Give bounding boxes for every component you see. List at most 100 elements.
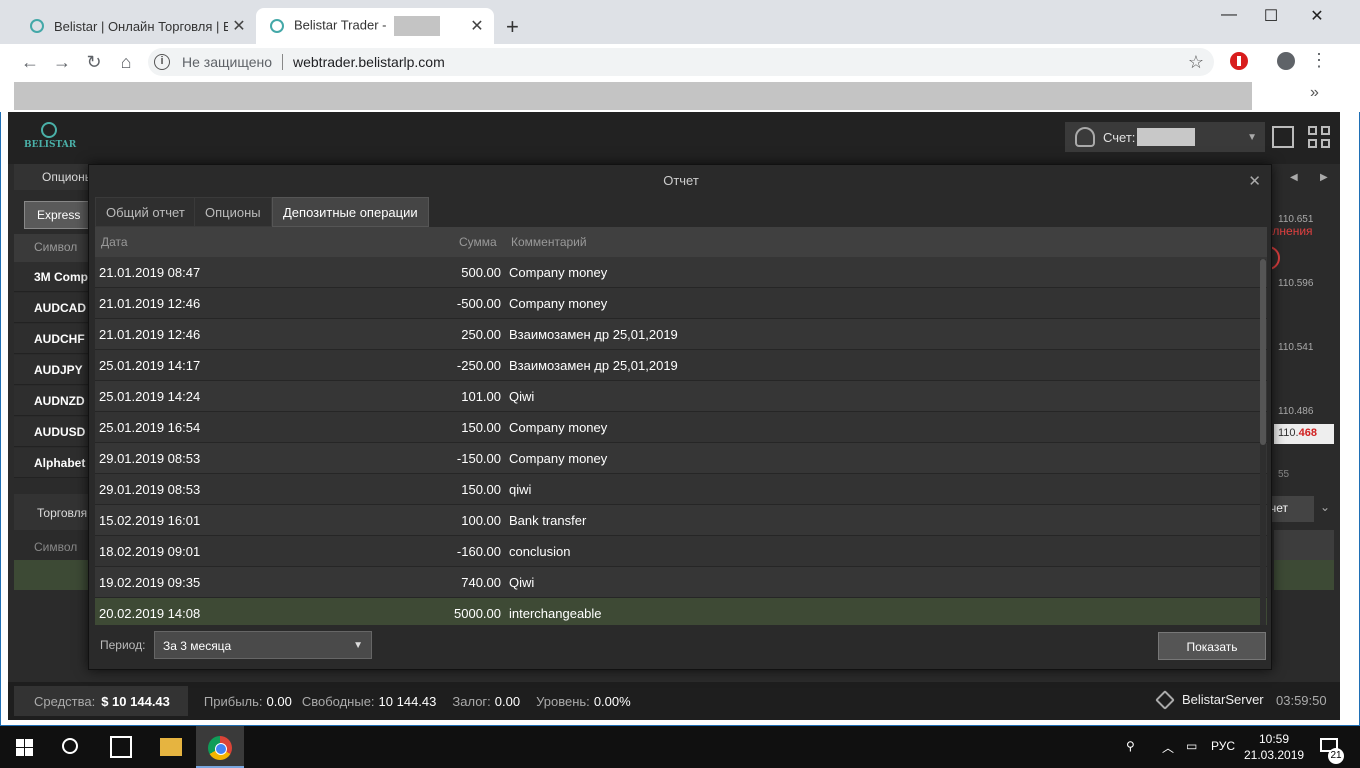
table-row[interactable]: 18.02.2019 09:01 -160.00 conclusion: [95, 536, 1267, 567]
show-button[interactable]: Показать: [1158, 632, 1266, 660]
table-row[interactable]: 29.01.2019 08:53 150.00 qiwi: [95, 474, 1267, 505]
column-amount[interactable]: Сумма: [459, 235, 497, 249]
period-select[interactable]: За 3 месяца ▼: [154, 631, 372, 659]
cell-amount: 101.00: [461, 389, 501, 404]
symbol-row[interactable]: AUDUSD: [14, 417, 94, 447]
symbol-row[interactable]: AUDCAD: [14, 293, 94, 323]
table-row[interactable]: 15.02.2019 16:01 100.00 Bank transfer: [95, 505, 1267, 536]
tab-close-icon[interactable]: ✕: [228, 16, 250, 36]
report-button[interactable]: чет: [1266, 496, 1314, 522]
close-icon[interactable]: ✕: [1248, 172, 1261, 190]
logo-text: BELISTAR: [24, 140, 77, 150]
people-icon[interactable]: ⚲: [1126, 739, 1135, 753]
tab-title: Belistar Trader -: [294, 17, 391, 33]
symbol-row[interactable]: AUDNZD: [14, 386, 94, 416]
trade-row[interactable]: [14, 560, 94, 590]
table-header: Дата Сумма Комментарий: [95, 227, 1267, 257]
cell-amount: 100.00: [461, 513, 501, 528]
tab-belistar-site[interactable]: Belistar | Онлайн Торговля | Бин ✕: [16, 8, 256, 44]
notification-badge: 21: [1328, 748, 1344, 764]
cell-date: 19.02.2019 09:35: [99, 575, 201, 590]
cell-amount: -500.00: [456, 296, 501, 311]
clock[interactable]: 10:59 21.03.2019: [1244, 731, 1304, 763]
symbol-row[interactable]: AUDJPY: [14, 355, 94, 385]
column-date[interactable]: Дата: [101, 235, 128, 249]
table-row[interactable]: 20.02.2019 14:08 5000.00 interchangeable: [95, 598, 1267, 625]
scrollbar[interactable]: [1260, 259, 1266, 625]
tab-deposit-operations[interactable]: Депозитные операции: [272, 197, 429, 227]
forward-icon[interactable]: →: [50, 50, 74, 74]
url-text[interactable]: webtrader.belistarlp.com: [293, 54, 445, 70]
divider: [282, 54, 283, 70]
tab-trading[interactable]: Торговля: [14, 494, 94, 530]
symbol-row[interactable]: Alphabet .: [14, 448, 94, 478]
cell-comment: Взаимозамен др 25,01,2019: [509, 327, 678, 342]
chrome-icon[interactable]: [208, 736, 232, 760]
trade-row[interactable]: [1274, 560, 1334, 590]
table-row[interactable]: 21.01.2019 08:47 500.00 Company money: [95, 257, 1267, 288]
table-row[interactable]: 25.01.2019 16:54 150.00 Company money: [95, 412, 1267, 443]
address-bar: ← → ↻ ⌂ i Не защищено webtrader.belistar…: [0, 44, 1360, 80]
belistar-logo[interactable]: BELISTAR: [24, 122, 77, 150]
dropdown-arrow-icon: ▼: [353, 640, 363, 651]
close-window-icon[interactable]: ✕: [1302, 6, 1332, 26]
table-row[interactable]: 25.01.2019 14:17 -250.00 Взаимозамен др 25…: [95, 350, 1267, 381]
menu-icon[interactable]: ⋮: [1310, 50, 1328, 71]
search-icon[interactable]: [62, 738, 78, 754]
bookmark-star-icon[interactable]: ☆: [1188, 52, 1204, 73]
taskbar: ⚲ ︿ ▭ РУС 10:59 21.03.2019 21: [0, 726, 1360, 768]
table-row[interactable]: 25.01.2019 14:24 101.00 Qiwi: [95, 381, 1267, 412]
symbol-row[interactable]: 3M Comp.: [14, 262, 94, 292]
prev-icon[interactable]: ◀: [1290, 172, 1298, 183]
file-explorer-icon[interactable]: [160, 738, 182, 756]
server-name: BelistarServer: [1182, 692, 1264, 707]
layout-grid-icon[interactable]: [1308, 126, 1330, 148]
scrollbar-thumb[interactable]: [1260, 259, 1266, 445]
app-header: BELISTAR Счет: ▼: [8, 112, 1340, 164]
table-row[interactable]: 29.01.2019 08:53 -150.00 Company money: [95, 443, 1267, 474]
express-button[interactable]: Express: [24, 201, 94, 229]
profile-icon[interactable]: [1277, 52, 1295, 70]
info-icon[interactable]: i: [154, 54, 170, 70]
chevron-down-icon[interactable]: ⌄: [1320, 500, 1330, 514]
windows-start-icon[interactable]: [16, 739, 33, 756]
symbol-row[interactable]: AUDCHF: [14, 324, 94, 354]
reload-icon[interactable]: ↻: [82, 50, 106, 74]
funds-box: Средства: $ 10 144.43: [14, 686, 188, 716]
language-indicator[interactable]: РУС: [1211, 739, 1235, 753]
cell-date: 21.01.2019 08:47: [99, 265, 201, 280]
home-icon[interactable]: ⌂: [114, 50, 138, 74]
favicon-icon: [270, 19, 284, 33]
next-icon[interactable]: ▶: [1320, 172, 1328, 183]
task-view-icon[interactable]: [110, 736, 132, 758]
table-row[interactable]: 21.01.2019 12:46 -500.00 Company money: [95, 288, 1267, 319]
chevron-up-icon[interactable]: ︿: [1162, 739, 1174, 756]
cell-date: 25.01.2019 16:54: [99, 420, 201, 435]
tab-general-report[interactable]: Общий отчет: [95, 197, 196, 227]
margin: Залог: 0.00: [452, 693, 521, 709]
account-selector[interactable]: Счет: ▼: [1065, 122, 1265, 152]
omnibox[interactable]: i Не защищено webtrader.belistarlp.com ☆: [148, 48, 1214, 76]
cell-date: 25.01.2019 14:17: [99, 358, 201, 373]
extension-icon[interactable]: [1230, 52, 1248, 70]
cell-comment: Qiwi: [509, 389, 535, 404]
back-icon[interactable]: ←: [18, 50, 42, 74]
table-row[interactable]: 21.01.2019 12:46 250.00 Взаимозамен др 25,…: [95, 319, 1267, 350]
tab-options[interactable]: Опционы: [14, 164, 94, 190]
trade-symbol-header: Символ: [34, 540, 78, 554]
table-row[interactable]: 19.02.2019 09:35 740.00 Qiwi: [95, 567, 1267, 598]
cell-amount: 740.00: [461, 575, 501, 590]
new-tab-button[interactable]: +: [506, 14, 519, 40]
redacted-block: [394, 16, 441, 36]
network-icon[interactable]: ▭: [1186, 739, 1197, 753]
column-comment[interactable]: Комментарий: [511, 235, 587, 249]
minimize-icon[interactable]: —: [1214, 6, 1244, 24]
tab-belistar-trader[interactable]: Belistar Trader - ✕: [256, 8, 494, 44]
bookmarks-more-icon[interactable]: »: [1310, 84, 1319, 102]
edit-icon[interactable]: [1272, 126, 1294, 148]
maximize-icon[interactable]: ☐: [1256, 6, 1286, 26]
cell-date: 29.01.2019 08:53: [99, 451, 201, 466]
tab-options-report[interactable]: Опционы: [194, 197, 272, 227]
tab-close-icon[interactable]: ✕: [466, 16, 488, 36]
cell-comment: Qiwi: [509, 575, 535, 590]
